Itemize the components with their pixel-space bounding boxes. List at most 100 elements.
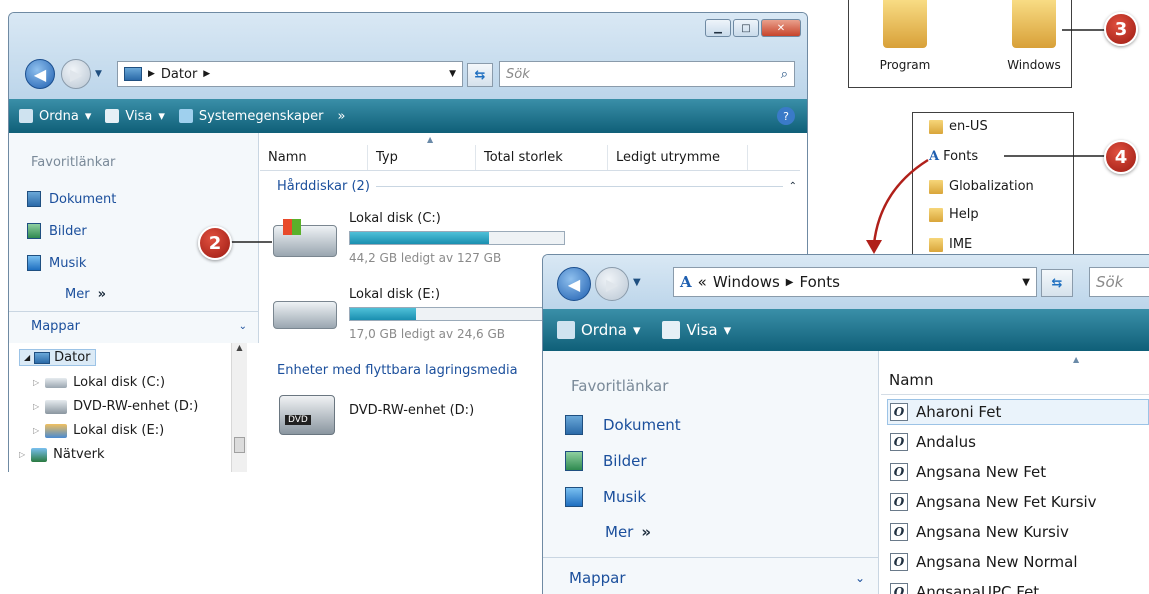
drive-usage-fill bbox=[350, 308, 417, 320]
tree-scrollbar[interactable]: ▲ bbox=[231, 343, 247, 472]
search-input[interactable]: Sök ⌕ bbox=[499, 61, 795, 87]
drive-item-e[interactable]: Lokal disk (E:) 17,0 GB ledigt av 24,6 G… bbox=[273, 287, 573, 347]
address-bar[interactable]: A « Windows ▶ Fonts ▼ bbox=[673, 267, 1037, 297]
collapse-chevron-icon[interactable]: ⌄ bbox=[239, 321, 247, 332]
column-name[interactable]: Namn bbox=[881, 365, 1149, 394]
view-menu[interactable]: Visa ▾ bbox=[105, 109, 165, 124]
tree-item-network[interactable]: ▷ Nätverk bbox=[19, 447, 105, 462]
collapse-chevron-icon[interactable]: ⌄ bbox=[855, 571, 865, 585]
computer-icon bbox=[124, 67, 142, 81]
tree-item-local-disk-c[interactable]: ▷ Lokal disk (C:) bbox=[33, 375, 165, 390]
organize-menu[interactable]: Ordna ▾ bbox=[557, 321, 640, 339]
font-item[interactable]: O Angsana New Fet Kursiv bbox=[887, 489, 1149, 515]
view-menu[interactable]: Visa ▾ bbox=[662, 321, 731, 339]
font-file-icon: O bbox=[890, 403, 908, 421]
group-header-removable[interactable]: Enheter med flyttbara lagringsmedia bbox=[277, 363, 518, 378]
callout-badge-3: 3 bbox=[1104, 12, 1138, 46]
column-type[interactable]: Typ bbox=[368, 145, 476, 170]
system-properties-icon bbox=[178, 109, 193, 123]
address-dropdown-icon[interactable]: ▼ bbox=[1022, 277, 1030, 288]
tree-item-local-disk-e[interactable]: ▷ Lokal disk (E:) bbox=[33, 423, 164, 438]
forward-button[interactable]: ▶ bbox=[61, 59, 91, 89]
font-item[interactable]: O Aharoni Fet bbox=[887, 399, 1149, 425]
font-item[interactable]: O Angsana New Fet bbox=[887, 459, 1149, 485]
font-file-icon: O bbox=[890, 553, 908, 571]
font-item[interactable]: O Angsana New Normal bbox=[887, 549, 1149, 575]
folder-icon bbox=[883, 0, 927, 48]
system-properties-button[interactable]: Systemegenskaper bbox=[178, 109, 323, 124]
column-name[interactable]: Namn bbox=[260, 145, 368, 170]
folders-header[interactable]: Mappar ⌄ bbox=[31, 319, 247, 334]
tree-item-help[interactable]: Help bbox=[929, 207, 979, 222]
music-icon bbox=[27, 255, 41, 271]
font-file-icon: O bbox=[890, 433, 908, 451]
font-item[interactable]: O Andalus bbox=[887, 429, 1149, 455]
collapsed-arrow-icon: ▷ bbox=[19, 450, 26, 459]
back-button[interactable]: ◀ bbox=[557, 267, 591, 301]
more-links[interactable]: Mer » bbox=[605, 523, 651, 541]
organize-menu[interactable]: Ordna ▾ bbox=[19, 109, 91, 124]
drive-usage-bar bbox=[349, 231, 565, 245]
folder-item-program[interactable]: Program bbox=[875, 0, 935, 86]
font-item[interactable]: O Angsana New Kursiv bbox=[887, 519, 1149, 545]
folders-panel: Program Windows bbox=[848, 0, 1072, 88]
favorite-link-documents[interactable]: Dokument bbox=[27, 191, 116, 207]
group-collapse-icon[interactable]: ⌃ bbox=[789, 181, 797, 192]
drive-name: Lokal disk (E:) bbox=[349, 287, 441, 302]
favorite-link-music[interactable]: Musik bbox=[565, 487, 646, 507]
search-icon[interactable]: ⌕ bbox=[781, 67, 788, 82]
font-item[interactable]: O AngsanaUPC Fet bbox=[887, 579, 1149, 594]
organize-icon bbox=[557, 321, 575, 339]
callout-badge-4: 4 bbox=[1104, 140, 1138, 174]
folder-tree: ◢ Dator ▷ Lokal disk (C:) ▷ DVD-RW-enhet… bbox=[9, 343, 259, 472]
drive-icon bbox=[45, 423, 68, 438]
drive-item-c[interactable]: Lokal disk (C:) 44,2 GB ledigt av 127 GB bbox=[273, 211, 573, 271]
breadcrumb-dator[interactable]: Dator bbox=[161, 67, 197, 82]
tree-item-globalization[interactable]: Globalization bbox=[929, 179, 1034, 194]
more-links[interactable]: Mer » bbox=[65, 287, 106, 302]
tree-item-en-us[interactable]: en-US bbox=[929, 119, 988, 134]
group-header-hard-drives[interactable]: Hårddiskar (2) ⌃ bbox=[277, 179, 797, 194]
breadcrumb-fonts[interactable]: Fonts bbox=[800, 273, 840, 291]
maximize-button[interactable]: □ bbox=[733, 19, 759, 37]
folders-header[interactable]: Mappar ⌄ bbox=[569, 569, 865, 587]
search-placeholder: Sök bbox=[1096, 273, 1124, 291]
fonts-folder-icon: A bbox=[680, 273, 692, 291]
breadcrumb-overflow[interactable]: « bbox=[698, 273, 707, 291]
drive-free-space: 17,0 GB ledigt av 24,6 GB bbox=[349, 327, 506, 341]
toolbar-overflow-button[interactable]: » bbox=[337, 109, 345, 124]
scroll-thumb[interactable] bbox=[234, 437, 245, 453]
forward-button[interactable]: ▶ bbox=[595, 267, 629, 301]
scroll-up-icon[interactable]: ▲ bbox=[232, 343, 247, 352]
favorite-link-pictures[interactable]: Bilder bbox=[565, 451, 647, 471]
documents-icon bbox=[27, 191, 41, 207]
tree-item-ime[interactable]: IME bbox=[929, 237, 972, 252]
folder-label: Windows bbox=[1007, 58, 1061, 72]
font-file-icon: O bbox=[890, 493, 908, 511]
history-dropdown-icon[interactable]: ▼ bbox=[633, 277, 641, 288]
favorite-link-pictures[interactable]: Bilder bbox=[27, 223, 87, 239]
favorite-link-music[interactable]: Musik bbox=[27, 255, 86, 271]
address-dropdown-icon[interactable]: ▼ bbox=[449, 69, 456, 79]
tree-item-dator[interactable]: ◢ Dator bbox=[19, 349, 96, 366]
tree-item-fonts[interactable]: A Fonts bbox=[929, 149, 978, 164]
tree-item-dvd-rw[interactable]: ▷ DVD-RW-enhet (D:) bbox=[33, 399, 198, 414]
view-icon bbox=[662, 321, 681, 339]
history-dropdown-icon[interactable]: ▼ bbox=[95, 69, 102, 79]
back-button[interactable]: ◀ bbox=[25, 59, 55, 89]
refresh-button[interactable]: ⇆ bbox=[467, 63, 493, 87]
font-file-icon: O bbox=[890, 523, 908, 541]
folder-label: Program bbox=[879, 58, 931, 72]
column-total-size[interactable]: Total storlek bbox=[476, 145, 608, 170]
breadcrumb-windows[interactable]: Windows bbox=[713, 273, 780, 291]
drive-item-dvd[interactable]: DVD DVD-RW-enhet (D:) bbox=[279, 389, 539, 441]
folder-item-windows[interactable]: Windows bbox=[999, 0, 1069, 86]
minimize-button[interactable]: ▁ bbox=[705, 19, 731, 37]
search-input[interactable]: Sök bbox=[1089, 267, 1149, 297]
refresh-button[interactable]: ⇆ bbox=[1041, 269, 1073, 297]
close-button[interactable]: ✕ bbox=[761, 19, 801, 37]
help-icon[interactable]: ? bbox=[777, 107, 795, 125]
column-free-space[interactable]: Ledigt utrymme bbox=[608, 145, 748, 170]
favorite-link-documents[interactable]: Dokument bbox=[565, 415, 681, 435]
address-bar[interactable]: ▶ Dator ▶ ▼ bbox=[117, 61, 463, 87]
